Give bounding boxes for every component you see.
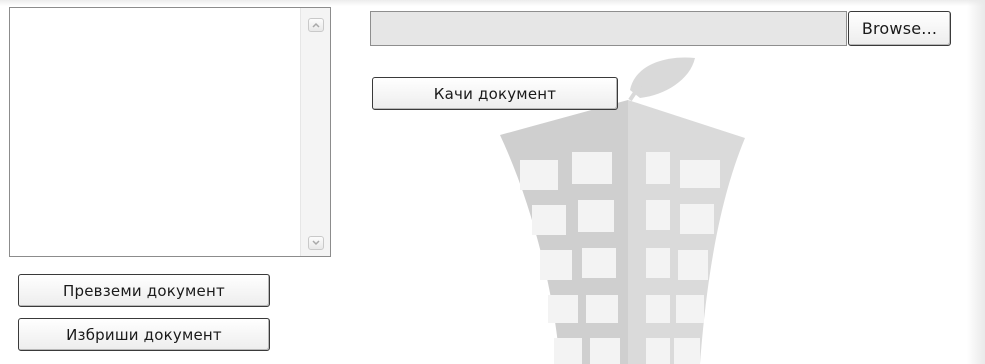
download-document-label: Превземи документ [63, 281, 225, 300]
browse-button[interactable]: Browse... [848, 11, 951, 46]
right-edge-shadow [967, 0, 985, 364]
download-document-button[interactable]: Превземи документ [18, 274, 270, 307]
chevron-up-icon [312, 22, 320, 28]
browse-label: Browse... [861, 19, 938, 38]
delete-document-label: Избриши документ [66, 325, 222, 344]
scroll-up-button[interactable] [308, 18, 324, 32]
upload-document-label: Качи документ [433, 84, 557, 103]
documents-listbox[interactable] [9, 7, 331, 257]
chevron-down-icon [312, 240, 320, 246]
file-path-input[interactable] [370, 11, 847, 46]
scroll-down-button[interactable] [308, 236, 324, 250]
delete-document-button[interactable]: Избриши документ [18, 318, 270, 351]
top-edge-shadow [0, 0, 985, 6]
upload-document-button[interactable]: Качи документ [372, 77, 618, 110]
listbox-scrollbar[interactable] [300, 8, 330, 256]
